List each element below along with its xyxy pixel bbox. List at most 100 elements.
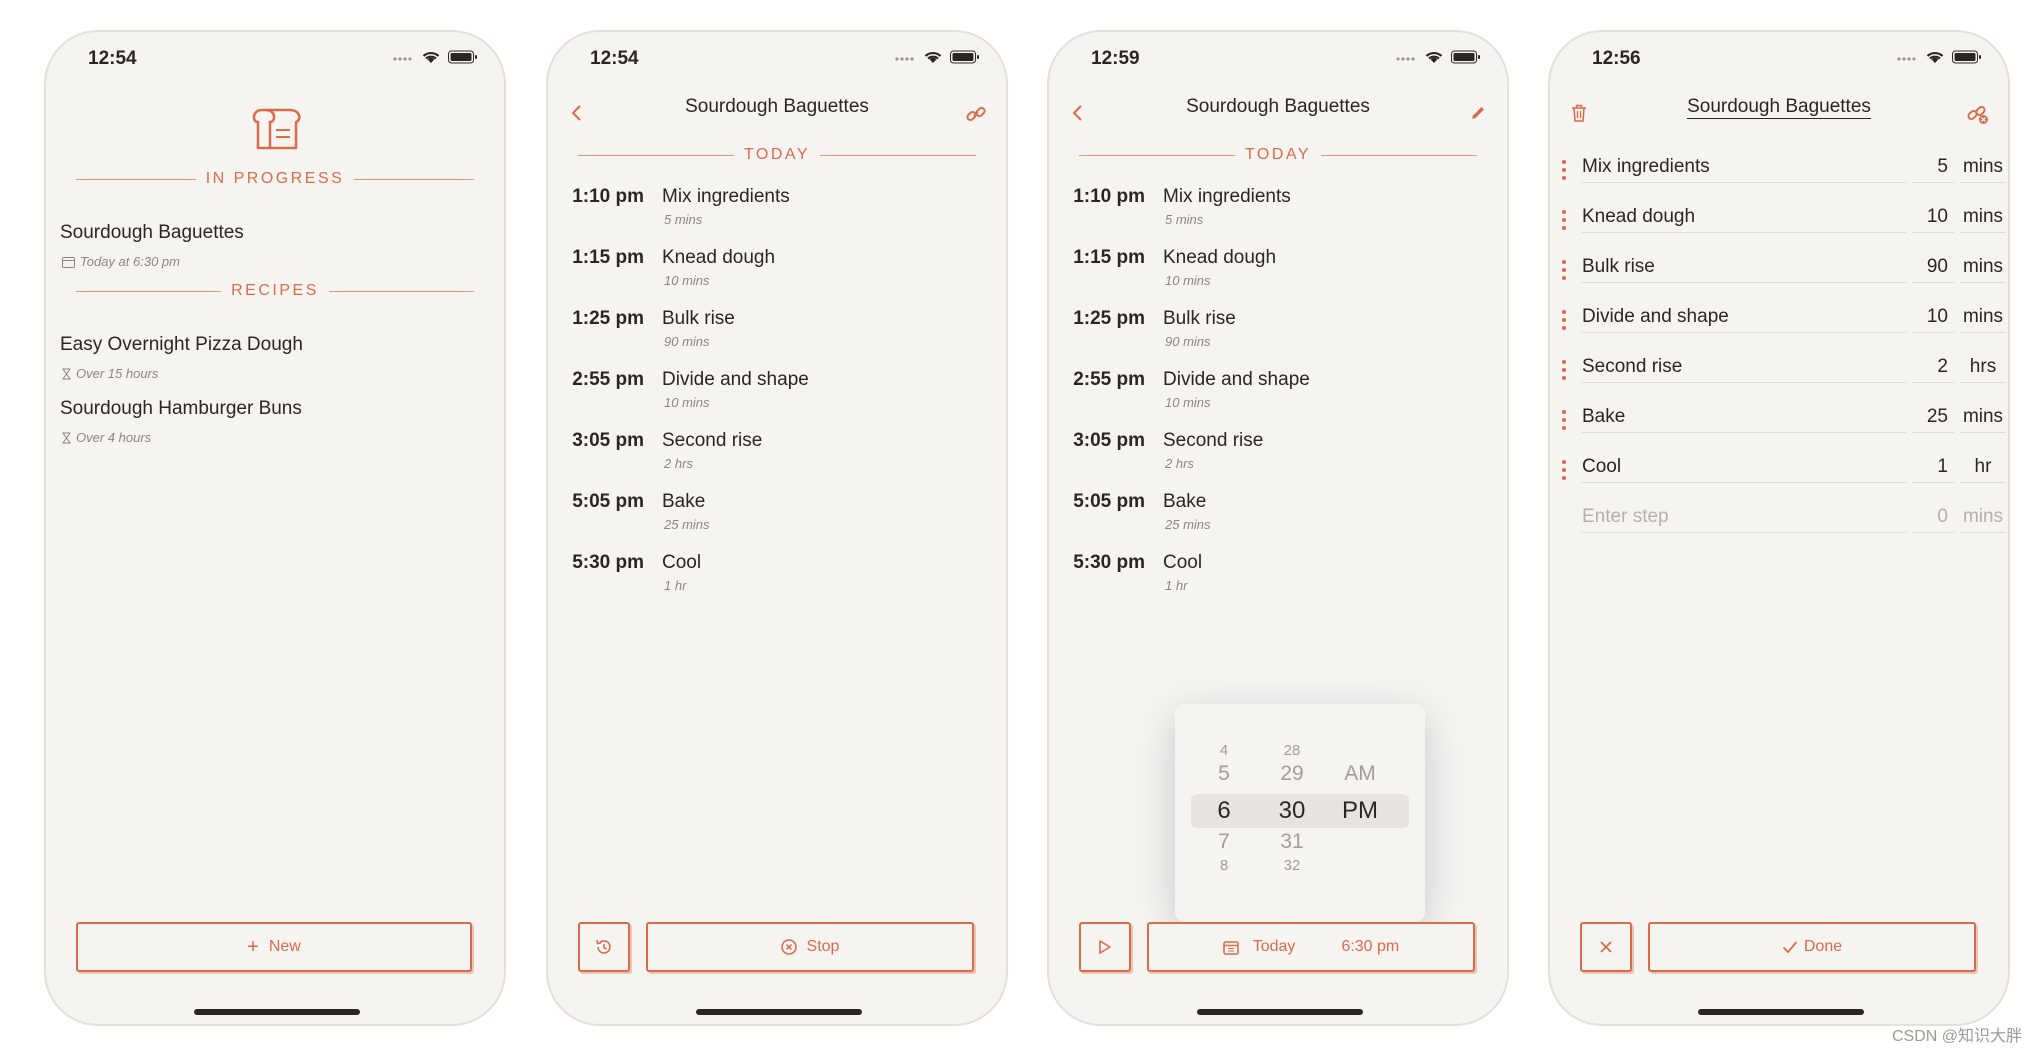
step-amount-field[interactable]: 90 [1912, 256, 1954, 283]
drag-handle-icon[interactable] [1562, 460, 1566, 480]
step-name: Knead dough [1163, 247, 1277, 268]
divider [1321, 154, 1478, 156]
picker-hour-option[interactable]: 7 [1199, 830, 1249, 854]
share-link-button[interactable] [962, 100, 990, 128]
calendar-icon [1222, 940, 1239, 955]
picker-hour-option[interactable]: 4 [1199, 742, 1249, 759]
drag-handle-icon[interactable] [1562, 310, 1566, 330]
step-name-field[interactable]: Divide and shape [1582, 306, 1906, 333]
step-unit-field[interactable]: mins [1960, 306, 2006, 333]
step-time: 5:30 pm [572, 552, 644, 573]
step-unit-field[interactable]: hrs [1960, 356, 2006, 383]
step-unit-field[interactable]: mins [1960, 256, 2006, 283]
step-name: Cool [662, 552, 702, 573]
drag-handle-icon[interactable] [1562, 160, 1566, 180]
picker-minute-option[interactable]: 28 [1267, 742, 1317, 759]
start-button[interactable] [1079, 922, 1131, 972]
picker-hour-option[interactable]: 5 [1199, 762, 1249, 786]
step-time: 3:05 pm [1073, 430, 1145, 451]
step-unit-field[interactable]: hr [1960, 456, 2006, 483]
battery-icon [1451, 50, 1480, 64]
step-time: 1:15 pm [1073, 247, 1145, 268]
step-unit-field[interactable]: mins [1960, 406, 2006, 433]
list-item-title[interactable]: Sourdough Baguettes [60, 222, 244, 244]
status-time: 12:56 [1592, 48, 1641, 69]
step-time: 5:05 pm [572, 491, 644, 512]
step-name: Bulk rise [662, 308, 735, 329]
schedule-row: 1:25 pm Bulk rise 90 mins [548, 308, 1006, 364]
step-name-field[interactable]: Mix ingredients [1582, 156, 1906, 183]
unlink-button[interactable] [1964, 100, 1992, 128]
step-name-field[interactable]: Bake [1582, 406, 1906, 433]
step-name: Divide and shape [1163, 369, 1310, 390]
step-name-field[interactable]: Cool [1582, 456, 1906, 483]
new-step-name-input[interactable]: Enter step [1582, 506, 1906, 533]
divider [820, 154, 977, 156]
wifi-icon [924, 51, 942, 63]
step-duration: 90 mins [1165, 334, 1211, 349]
picker-hour-selected[interactable]: 6 [1199, 797, 1249, 825]
schedule-row: 3:05 pm Second rise 2 hrs [1049, 430, 1507, 486]
step-amount-field[interactable]: 10 [1912, 306, 1954, 333]
new-step-amount-input[interactable]: 0 [1912, 506, 1954, 533]
step-time: 1:25 pm [1073, 308, 1145, 329]
start-date-time-button[interactable]: Today 6:30 pm [1147, 922, 1475, 972]
picker-minute-selected[interactable]: 30 [1267, 797, 1317, 825]
picker-minute-option[interactable]: 31 [1267, 830, 1317, 854]
step-row: Knead dough 10 mins [1550, 198, 2008, 248]
schedule-row: 1:10 pm Mix ingredients 5 mins [548, 186, 1006, 242]
step-row: Second rise 2 hrs [1550, 348, 2008, 398]
schedule-row: 1:10 pm Mix ingredients 5 mins [1049, 186, 1507, 242]
step-amount-field[interactable]: 5 [1912, 156, 1954, 183]
done-button[interactable]: Done [1648, 922, 1976, 972]
recipe-title[interactable]: Easy Overnight Pizza Dough [60, 334, 303, 356]
step-name-field[interactable]: Knead dough [1582, 206, 1906, 233]
cancel-button[interactable] [1580, 922, 1632, 972]
step-time: 5:30 pm [1073, 552, 1145, 573]
stop-button[interactable]: Stop [646, 922, 974, 972]
list-item-subtitle: Today at 6:30 pm [62, 254, 180, 269]
step-name-field[interactable]: Second rise [1582, 356, 1906, 383]
picker-hour-option[interactable]: 8 [1199, 857, 1249, 874]
step-name: Bulk rise [1163, 308, 1236, 329]
status-icons [1395, 50, 1481, 64]
new-recipe-button[interactable]: + New [76, 922, 472, 972]
step-amount-field[interactable]: 1 [1912, 456, 1954, 483]
picker-period-selected[interactable]: PM [1335, 797, 1385, 825]
home-indicator [1197, 1009, 1363, 1015]
recipe-title-field[interactable]: Sourdough Baguettes [1687, 96, 1871, 119]
step-unit-field[interactable]: mins [1960, 156, 2006, 183]
picker-minute-option[interactable]: 32 [1267, 857, 1317, 874]
recipe-title[interactable]: Sourdough Hamburger Buns [60, 398, 302, 420]
phone-screen-start-time: 12:59 Sourdough Baguettes TODAY 1:10 pm … [1047, 30, 1509, 1026]
schedule-row: 1:15 pm Knead dough 10 mins [548, 247, 1006, 303]
drag-handle-icon[interactable] [1562, 210, 1566, 230]
step-amount-field[interactable]: 2 [1912, 356, 1954, 383]
picker-period-option[interactable]: AM [1335, 762, 1385, 786]
drag-handle-icon[interactable] [1562, 260, 1566, 280]
step-amount-field[interactable]: 10 [1912, 206, 1954, 233]
drag-handle-icon[interactable] [1562, 410, 1566, 430]
picker-minute-option[interactable]: 29 [1267, 762, 1317, 786]
step-duration: 10 mins [1165, 273, 1211, 288]
calendar-icon [62, 256, 75, 268]
section-today: TODAY [1079, 146, 1478, 164]
section-today: TODAY [578, 146, 977, 164]
time-picker[interactable]: 4 5 6 7 8 28 29 30 31 32 AM PM [1175, 704, 1425, 922]
step-duration: 25 mins [1165, 517, 1211, 532]
step-unit-field[interactable]: mins [1960, 206, 2006, 233]
step-name: Second rise [662, 430, 763, 451]
step-time: 3:05 pm [572, 430, 644, 451]
edit-button[interactable] [1465, 100, 1491, 126]
drag-handle-icon[interactable] [1562, 360, 1566, 380]
checkmark-icon [1782, 941, 1798, 954]
battery-icon [448, 50, 477, 64]
wifi-icon [1926, 51, 1944, 63]
start-time-label: 6:30 pm [1341, 938, 1400, 955]
step-name-field[interactable]: Bulk rise [1582, 256, 1906, 283]
step-amount-field[interactable]: 25 [1912, 406, 1954, 433]
history-button[interactable] [578, 922, 630, 972]
new-step-unit-input[interactable]: mins [1960, 506, 2006, 533]
section-in-progress: IN PROGRESS [76, 170, 475, 188]
section-label: RECIPES [231, 282, 319, 299]
